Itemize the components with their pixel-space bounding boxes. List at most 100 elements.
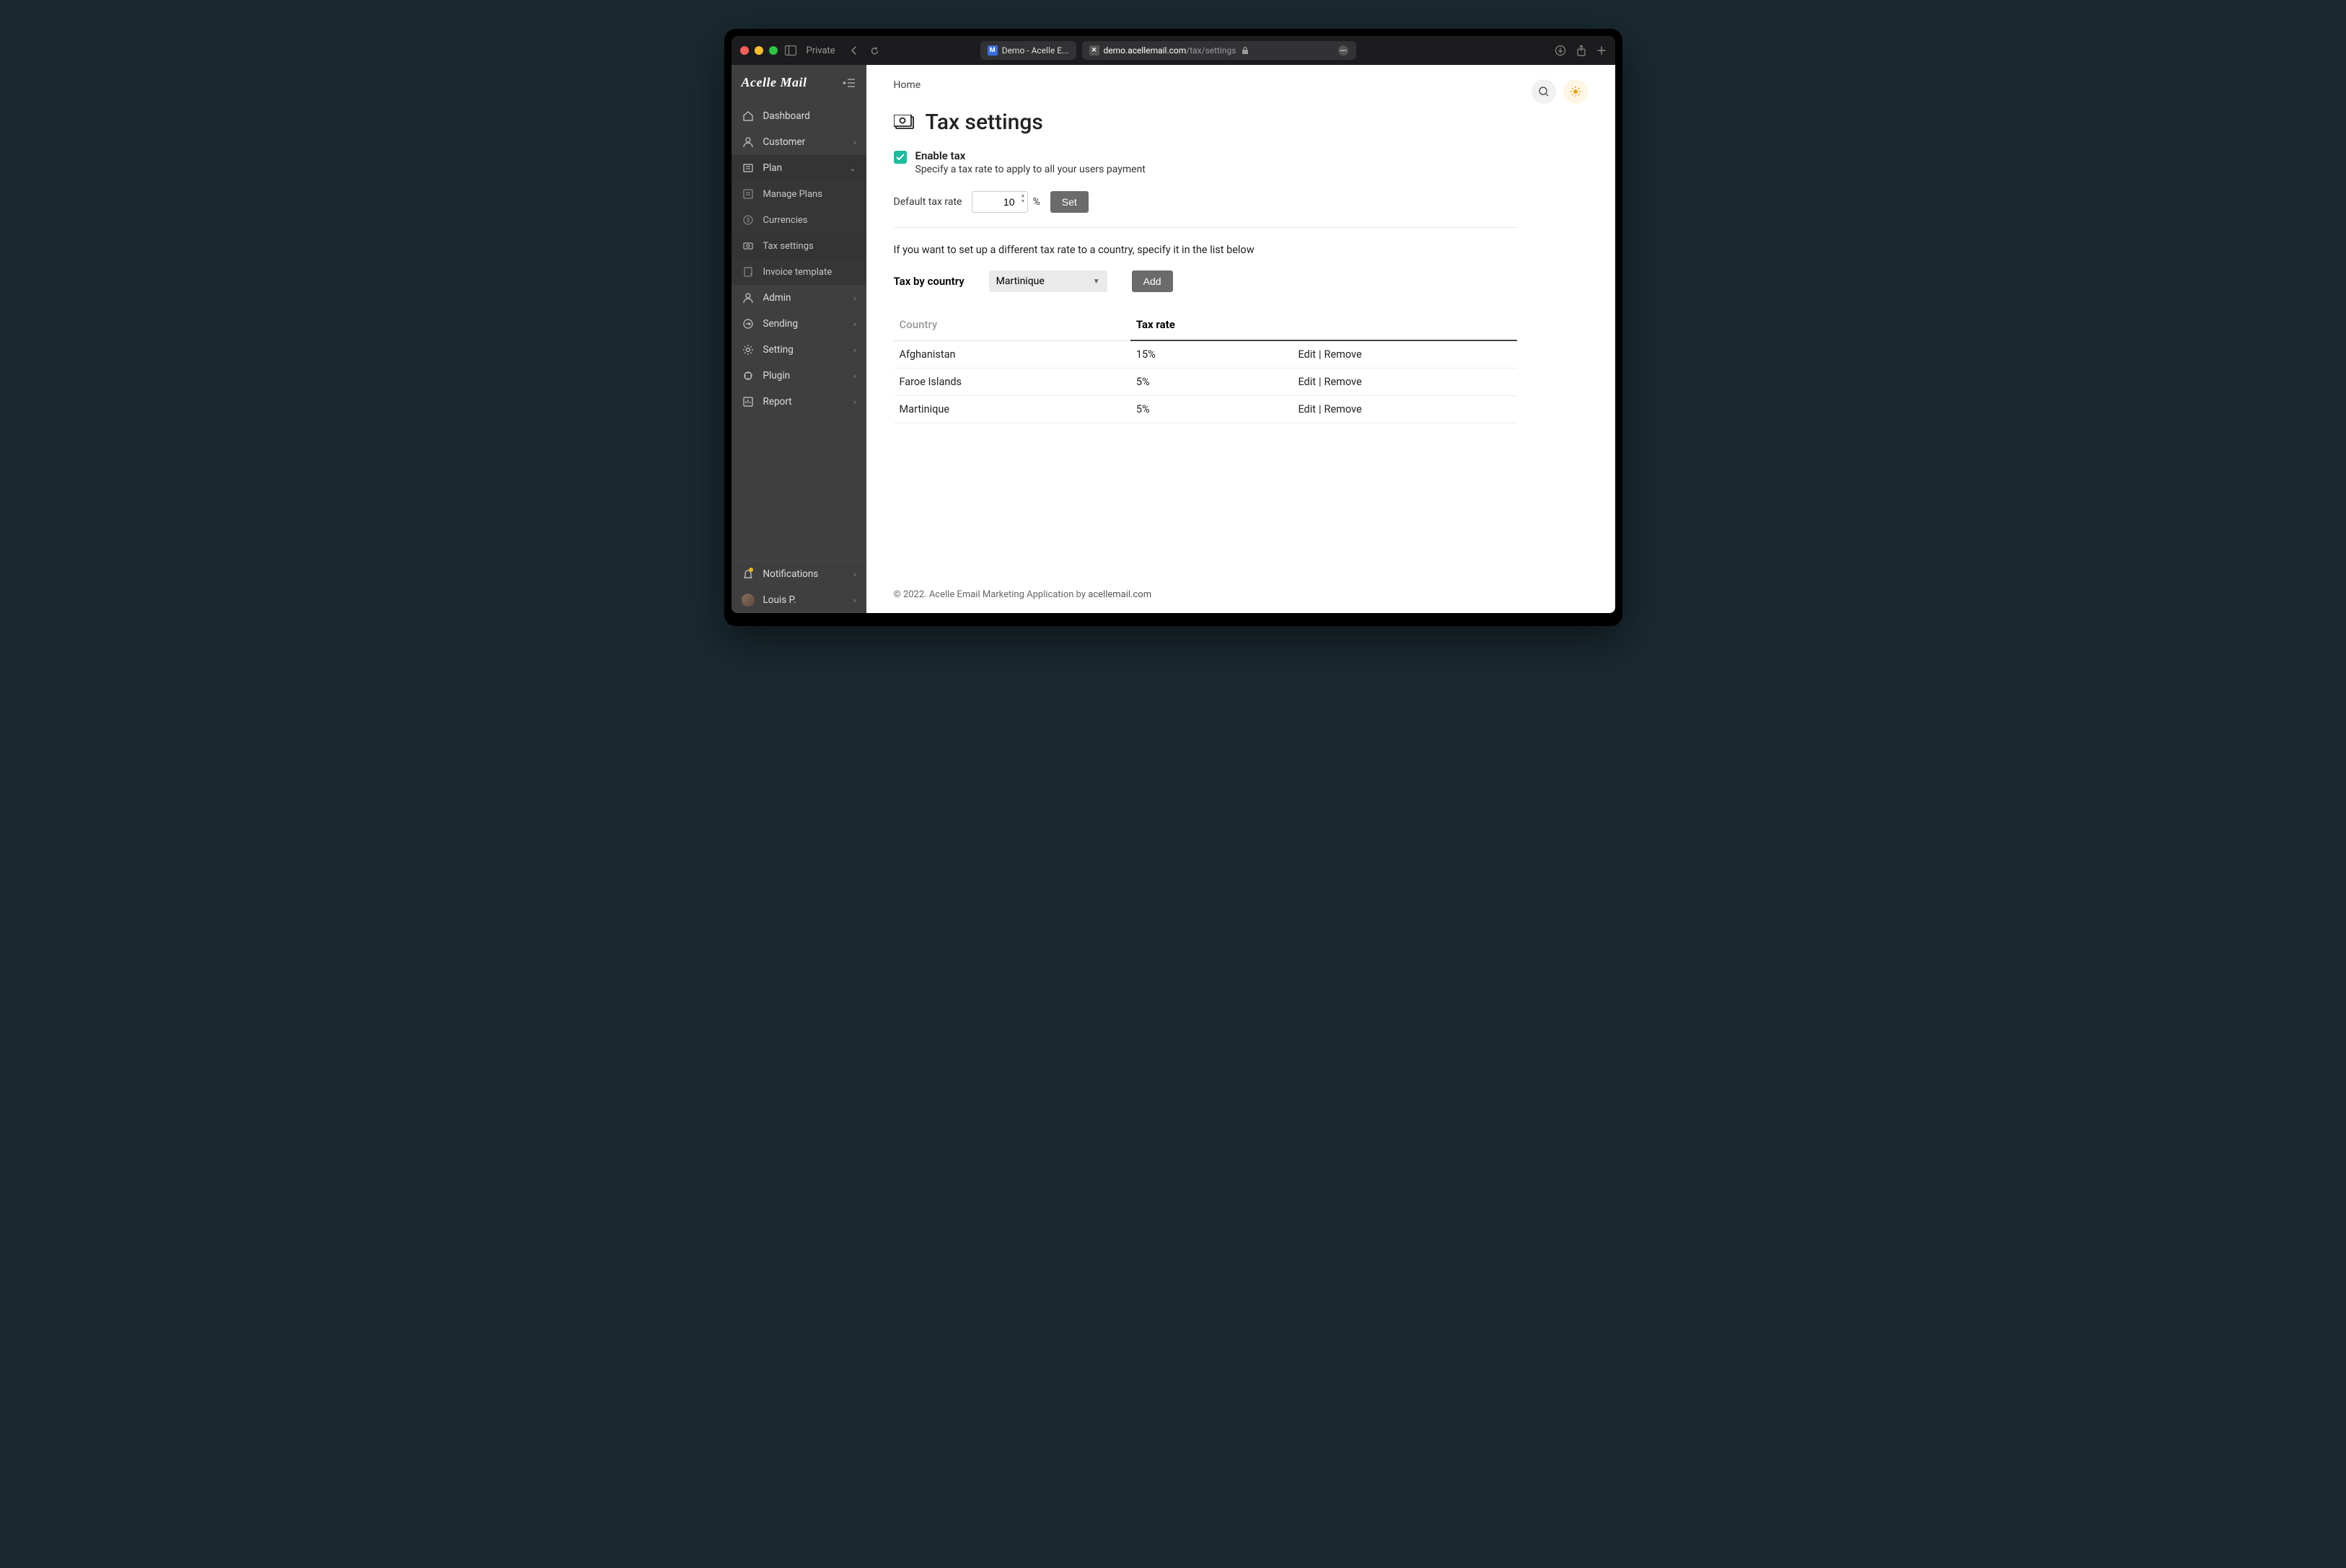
app-logo: Acelle Mail	[742, 75, 807, 90]
sidebar-collapse-icon[interactable]	[842, 78, 856, 88]
cell-country: Afghanistan	[894, 340, 1130, 369]
sidebar-item-label: Dashboard	[763, 110, 856, 122]
sidebar-item-label: Manage Plans	[763, 189, 856, 200]
manage-icon	[742, 188, 755, 201]
sidebar-item-plugin[interactable]: Plugin ›	[732, 363, 866, 389]
set-button[interactable]: Set	[1050, 191, 1089, 213]
sidebar-item-customer[interactable]: Customer ›	[732, 129, 866, 155]
country-note: If you want to set up a different tax ra…	[894, 244, 1517, 256]
default-rate-label: Default tax rate	[894, 196, 962, 208]
lock-icon	[1242, 46, 1249, 55]
edit-link[interactable]: Edit	[1298, 376, 1316, 388]
sidebar-sub-currencies[interactable]: $ Currencies	[732, 207, 866, 233]
sidebar: Acelle Mail Dashboard Customer › Plan	[732, 65, 866, 613]
chevron-right-icon: ›	[853, 320, 856, 329]
nav-reload-icon[interactable]	[870, 46, 879, 56]
invoice-icon	[742, 265, 755, 278]
app-window: Acelle Mail Dashboard Customer › Plan	[732, 65, 1615, 613]
private-label: Private	[807, 45, 835, 56]
sidebar-item-sending[interactable]: Sending ›	[732, 311, 866, 337]
chevron-right-icon: ›	[853, 397, 856, 407]
footer-link[interactable]: acellemail.com	[1088, 589, 1151, 600]
col-rate: Tax rate	[1130, 311, 1293, 340]
chevron-right-icon: ›	[853, 570, 856, 579]
cell-country: Martinique	[894, 396, 1130, 423]
sidebar-item-label: Setting	[763, 344, 845, 356]
footer: © 2022. Acelle Email Marketing Applicati…	[866, 578, 1615, 613]
url-path: /tax/settings	[1186, 45, 1236, 56]
table-row: Martinique 5% Edit|Remove	[894, 396, 1517, 423]
sidebar-item-user[interactable]: Louis P. ›	[732, 587, 866, 613]
window-min-dot[interactable]	[755, 46, 763, 55]
new-tab-icon[interactable]	[1596, 45, 1607, 56]
check-icon	[896, 154, 905, 161]
avatar	[742, 594, 755, 607]
remove-link[interactable]: Remove	[1324, 348, 1362, 361]
table-row: Faroe Islands 5% Edit|Remove	[894, 369, 1517, 396]
sidebar-item-label: Invoice template	[763, 267, 856, 278]
download-icon[interactable]	[1555, 45, 1566, 56]
sidebar-sub-invoice-template[interactable]: Invoice template	[732, 259, 866, 285]
window-max-dot[interactable]	[769, 46, 778, 55]
address-bar[interactable]: ✕ demo.acellemail.com/tax/settings	[1082, 41, 1356, 60]
sidebar-sub-manage-plans[interactable]: Manage Plans	[732, 181, 866, 207]
money-icon	[894, 115, 915, 131]
chevron-right-icon: ›	[853, 294, 856, 303]
enable-tax-checkbox[interactable]	[894, 151, 907, 164]
add-button[interactable]: Add	[1132, 270, 1173, 292]
chevron-right-icon: ›	[853, 371, 856, 381]
sidebar-item-label: Plan	[763, 162, 841, 174]
remove-link[interactable]: Remove	[1324, 403, 1362, 415]
main-content: Home Tax settings	[866, 65, 1615, 613]
edit-link[interactable]: Edit	[1298, 348, 1316, 361]
sidebar-item-label: Currencies	[763, 215, 856, 226]
search-icon	[1538, 86, 1550, 97]
country-select-value: Martinique	[996, 276, 1045, 287]
sidebar-item-label: Notifications	[763, 568, 845, 580]
home-icon	[742, 110, 755, 123]
share-icon[interactable]	[1576, 45, 1586, 56]
sidebar-item-notifications[interactable]: Notifications ›	[732, 561, 866, 587]
breadcrumb[interactable]: Home	[894, 79, 921, 91]
notification-dot	[749, 568, 753, 572]
device-frame: Private M Demo - Acelle E... ✕ demo.acel…	[724, 29, 1622, 626]
sidebar-item-label: Plugin	[763, 370, 845, 382]
sidebar-sub-tax-settings[interactable]: Tax settings	[732, 233, 866, 259]
number-spinner[interactable]: ▲▼	[1021, 193, 1026, 204]
page-title: Tax settings	[926, 110, 1043, 135]
sidebar-item-admin[interactable]: Admin ›	[732, 285, 866, 311]
sidebar-item-dashboard[interactable]: Dashboard	[732, 103, 866, 129]
plan-icon	[742, 162, 755, 175]
chevron-down-icon: ⌄	[849, 164, 856, 173]
sidebar-item-label: Louis P.	[763, 594, 845, 606]
sidebar-toggle-icon[interactable]	[785, 45, 796, 56]
edit-link[interactable]: Edit	[1298, 403, 1316, 415]
sidebar-item-setting[interactable]: Setting ›	[732, 337, 866, 363]
svg-text:$: $	[746, 217, 750, 224]
cell-actions: Edit|Remove	[1292, 369, 1516, 396]
browser-tab-1[interactable]: M Demo - Acelle E...	[980, 41, 1076, 60]
sidebar-item-report[interactable]: Report ›	[732, 389, 866, 415]
cell-actions: Edit|Remove	[1292, 396, 1516, 423]
country-select[interactable]: Martinique ▼	[989, 270, 1107, 292]
footer-copy: © 2022. Acelle Email Marketing Applicati…	[894, 589, 1089, 600]
tax-icon	[742, 239, 755, 252]
url-favicon-icon: ✕	[1089, 45, 1099, 56]
send-icon	[742, 317, 755, 330]
window-close-dot[interactable]	[740, 46, 749, 55]
remove-link[interactable]: Remove	[1324, 376, 1362, 388]
tab-title: Demo - Acelle E...	[1002, 45, 1069, 56]
search-button[interactable]	[1532, 79, 1556, 104]
chevron-right-icon: ›	[853, 345, 856, 355]
report-icon	[742, 395, 755, 408]
site-menu-icon[interactable]	[1337, 45, 1349, 56]
col-country: Country	[894, 311, 1130, 340]
sidebar-item-plan[interactable]: Plan ⌄	[732, 155, 866, 181]
gear-icon	[742, 343, 755, 356]
theme-toggle-button[interactable]	[1563, 79, 1588, 104]
nav-back-icon[interactable]	[850, 46, 858, 56]
sidebar-item-label: Tax settings	[763, 241, 856, 252]
enable-tax-description: Specify a tax rate to apply to all your …	[915, 164, 1146, 175]
enable-tax-label: Enable tax	[915, 149, 1146, 162]
cell-rate: 5%	[1130, 396, 1293, 423]
